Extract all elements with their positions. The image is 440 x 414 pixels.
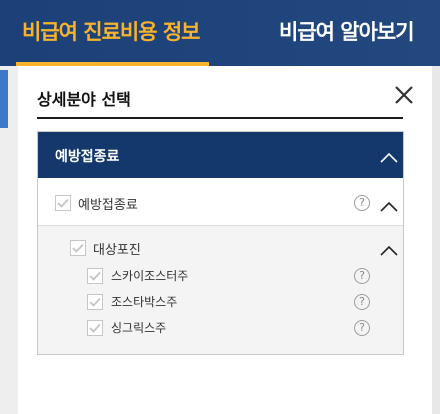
background-accent (0, 70, 8, 128)
background-scroll-area (432, 66, 440, 414)
item-label: 싱그릭스주 (111, 321, 167, 335)
category-panel: 예방접종료 예방접종료 ? 대상포진 스카이조스터주 ? 조스타박스주 ? 싱그… (37, 131, 404, 355)
section-divider (38, 354, 403, 355)
close-icon[interactable] (393, 84, 415, 106)
modal-title: 상세분야 선택 (37, 90, 131, 109)
item-checkbox[interactable] (87, 294, 103, 310)
subcategory-label: 대상포진 (93, 243, 141, 258)
item-label: 스카이조스터주 (111, 269, 189, 283)
panel-header[interactable]: 예방접종료 (38, 132, 403, 178)
subcategory-checkbox[interactable] (70, 240, 86, 256)
category-checkbox[interactable] (55, 195, 71, 211)
item-checkbox[interactable] (87, 320, 103, 336)
item-checkbox[interactable] (87, 268, 103, 284)
help-icon[interactable]: ? (354, 294, 370, 310)
help-icon[interactable]: ? (354, 195, 370, 211)
detail-field-modal: 상세분야 선택 예방접종료 예방접종료 ? 대상포진 스카이조스터주 ? 조스타… (18, 66, 432, 414)
help-icon[interactable]: ? (354, 320, 370, 336)
tab-noncovered-cost-info[interactable]: 비급여 진료비용 정보 (22, 16, 201, 46)
subcategory-section: 대상포진 스카이조스터주 ? 조스타박스주 ? 싱그릭스주 ? (38, 225, 403, 355)
top-navigation: 비급여 진료비용 정보 비급여 알아보기 (0, 0, 440, 66)
title-divider (37, 117, 403, 119)
tab-noncovered-guide[interactable]: 비급여 알아보기 (279, 16, 415, 46)
chevron-up-icon[interactable] (380, 198, 398, 212)
help-icon[interactable]: ? (354, 268, 370, 284)
category-label: 예방접종료 (78, 198, 138, 213)
panel-header-label: 예방접종료 (55, 149, 120, 165)
item-label: 조스타박스주 (111, 295, 178, 309)
chevron-up-icon[interactable] (380, 242, 398, 256)
chevron-up-icon[interactable] (380, 149, 398, 163)
